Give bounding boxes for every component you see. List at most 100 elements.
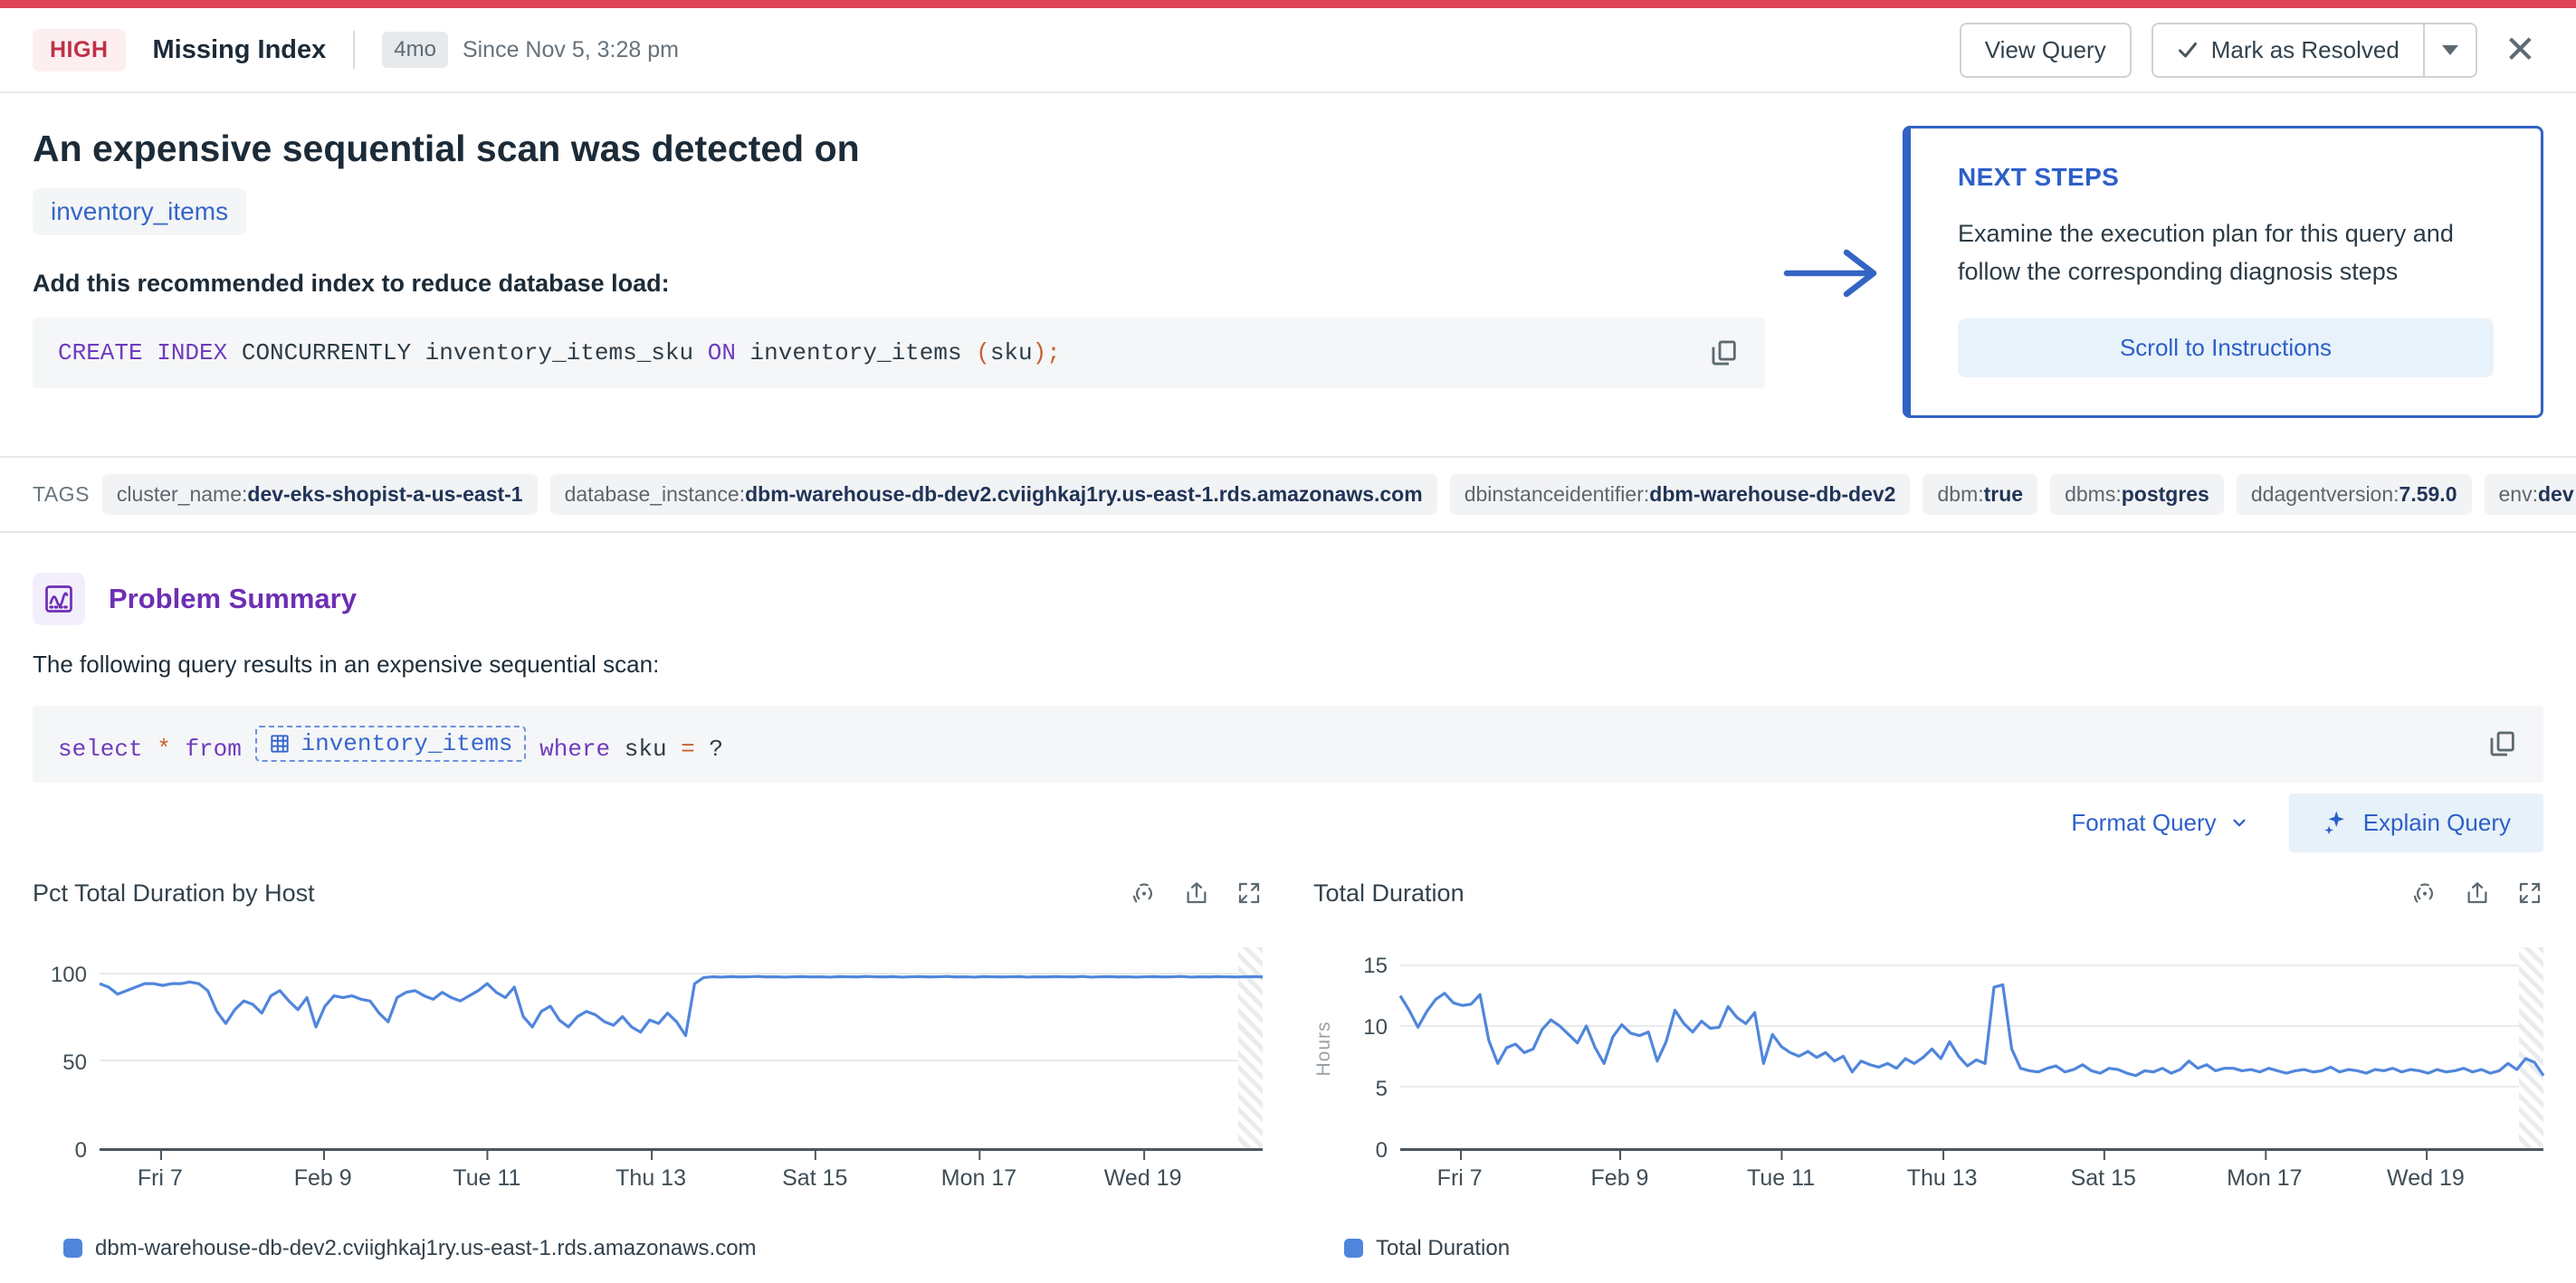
legend-label: dbm-warehouse-db-dev2.cviighkaj1ry.us-ea…	[95, 1236, 757, 1261]
x-tick-label: Mon 17	[2227, 1151, 2302, 1192]
code-token: CONCURRENTLY inventory_items_sku	[227, 339, 708, 366]
series-line	[100, 947, 1263, 1148]
copy-icon[interactable]	[1709, 337, 1740, 368]
missing-index-panel: HIGH Missing Index 4mo Since Nov 5, 3:28…	[0, 0, 2576, 1283]
since-timestamp: Since Nov 5, 3:28 pm	[463, 37, 679, 63]
scroll-to-instructions-button[interactable]: Scroll to Instructions	[1958, 318, 2494, 377]
code-token	[242, 736, 256, 763]
code-token: select	[58, 736, 143, 763]
header-divider	[353, 31, 355, 69]
page-title: An expensive sequential scan was detecte…	[33, 126, 1765, 172]
legend-swatch	[63, 1239, 82, 1258]
tag-pill[interactable]: dbinstanceidentifierdbm-warehouse-db-dev…	[1450, 474, 1911, 515]
code-token: where	[539, 736, 610, 763]
mark-resolved-label: Mark as Resolved	[2211, 36, 2399, 64]
tag-value: dev-eks-shopist-a-us-east-1	[247, 482, 522, 506]
recommendation-type-title: Missing Index	[153, 35, 327, 65]
tags-row: TAGS cluster_namedev-eks-shopist-a-us-ea…	[0, 456, 2576, 533]
plot-area[interactable]	[100, 947, 1263, 1151]
chevron-down-icon	[2229, 813, 2249, 832]
problem-summary-description: The following query results in an expens…	[33, 651, 2543, 679]
code-token: CREATE INDEX	[58, 339, 227, 366]
scope-icon[interactable]	[1131, 879, 1158, 907]
format-query-button[interactable]: Format Query	[2071, 809, 2248, 837]
tag-key: dbinstanceidentifier	[1465, 482, 1650, 506]
table-name-chip[interactable]: inventory_items	[33, 188, 246, 235]
severity-top-bar	[0, 0, 2576, 8]
table-chip-label: inventory_items	[301, 730, 512, 757]
query-table-chip[interactable]: inventory_items	[255, 726, 525, 762]
tag-pill[interactable]: dbmspostgres	[2050, 474, 2224, 515]
query-sql-code: select * from inventory_items where sku …	[58, 726, 723, 763]
chart-total-duration: Total Duration Hours 051015 Fri 7Feb 9Tu…	[1313, 879, 2543, 1261]
query-code-block: select * from inventory_items where sku …	[33, 706, 2543, 783]
scope-icon[interactable]	[2411, 879, 2438, 907]
tag-pill[interactable]: database_instancedbm-warehouse-db-dev2.c…	[550, 474, 1437, 515]
plot-area[interactable]	[1400, 947, 2543, 1151]
y-tick-label: 10	[1363, 1015, 1388, 1041]
code-token: sku	[990, 339, 1033, 366]
chart-legend[interactable]: Total Duration	[1344, 1236, 2543, 1261]
close-icon[interactable]: ✕	[2497, 31, 2543, 69]
next-steps-card-heading: NEXT STEPS	[1958, 163, 2494, 192]
mark-resolved-button[interactable]: Mark as Resolved	[2153, 24, 2423, 76]
tag-value: dbm-warehouse-db-dev2.cviighkaj1ry.us-ea…	[745, 482, 1423, 506]
y-tick-label: 100	[51, 963, 87, 988]
x-tick-label: Feb 9	[294, 1151, 352, 1192]
tag-key: ddagentversion	[2251, 482, 2399, 506]
tag-pill[interactable]: dbmtrue	[1922, 474, 2037, 515]
index-sql-code: CREATE INDEX CONCURRENTLY inventory_item…	[58, 339, 1061, 366]
hero-section: An expensive sequential scan was detecte…	[0, 93, 2576, 418]
tags-list: cluster_namedev-eks-shopist-a-us-east-1d…	[102, 474, 2576, 515]
explain-query-button[interactable]: Explain Query	[2289, 794, 2543, 852]
x-tick-label: Thu 13	[1907, 1151, 1978, 1192]
y-tick-label: 0	[1376, 1138, 1388, 1164]
y-axis: Hours 051015	[1313, 947, 1400, 1151]
code-token	[143, 736, 157, 763]
chart-title: Total Duration	[1313, 879, 1465, 908]
tag-key: cluster_name	[117, 482, 247, 506]
y-axis: 050100	[33, 947, 100, 1151]
x-tick-label: Wed 19	[2387, 1151, 2465, 1192]
caret-down-icon	[2442, 45, 2458, 55]
next-steps-card-body: Examine the execution plan for this quer…	[1958, 215, 2494, 291]
explain-query-label: Explain Query	[2363, 809, 2511, 837]
table-icon	[268, 732, 291, 756]
age-badge: 4mo	[382, 32, 448, 68]
x-tick-label: Tue 11	[453, 1151, 520, 1192]
mark-resolved-dropdown-button[interactable]	[2423, 24, 2476, 76]
export-icon[interactable]	[2464, 879, 2491, 907]
tag-pill[interactable]: envdev	[2485, 474, 2576, 515]
expand-icon[interactable]	[2516, 879, 2543, 907]
code-token: (	[976, 339, 990, 366]
problem-summary-icon	[33, 573, 85, 625]
view-query-button[interactable]: View Query	[1960, 23, 2132, 78]
code-token: inventory_items	[736, 339, 976, 366]
tag-value: true	[1984, 482, 2023, 506]
export-icon[interactable]	[1183, 879, 1210, 907]
tag-pill[interactable]: ddagentversion7.59.0	[2237, 474, 2472, 515]
legend-label: Total Duration	[1376, 1236, 1510, 1261]
tags-label: TAGS	[33, 482, 90, 507]
code-token	[526, 736, 540, 763]
code-token	[171, 736, 186, 763]
severity-badge: HIGH	[33, 29, 126, 71]
tag-key: dbm	[1937, 482, 1983, 506]
x-tick-label: Fri 7	[1437, 1151, 1483, 1192]
tag-value: dbm-warehouse-db-dev2	[1649, 482, 1895, 506]
code-token: =	[681, 736, 695, 763]
tag-pill[interactable]: cluster_namedev-eks-shopist-a-us-east-1	[102, 474, 538, 515]
copy-icon[interactable]	[2487, 728, 2518, 759]
x-axis: Fri 7Feb 9Tue 11Thu 13Sat 15Mon 17Wed 19	[100, 1151, 1263, 1202]
expand-icon[interactable]	[1236, 879, 1263, 907]
x-tick-label: Sat 15	[782, 1151, 847, 1192]
y-tick-label: 15	[1363, 954, 1388, 979]
tag-key: dbms	[2065, 482, 2122, 506]
charts-row: Pct Total Duration by Host 050100 Fri 7F…	[0, 879, 2576, 1261]
check-icon	[2177, 39, 2199, 61]
chart-legend[interactable]: dbm-warehouse-db-dev2.cviighkaj1ry.us-ea…	[63, 1236, 1263, 1261]
x-tick-label: Wed 19	[1104, 1151, 1182, 1192]
arrow-right-icon	[1781, 245, 1883, 418]
tag-value: 7.59.0	[2399, 482, 2457, 506]
y-tick-label: 5	[1376, 1077, 1388, 1102]
